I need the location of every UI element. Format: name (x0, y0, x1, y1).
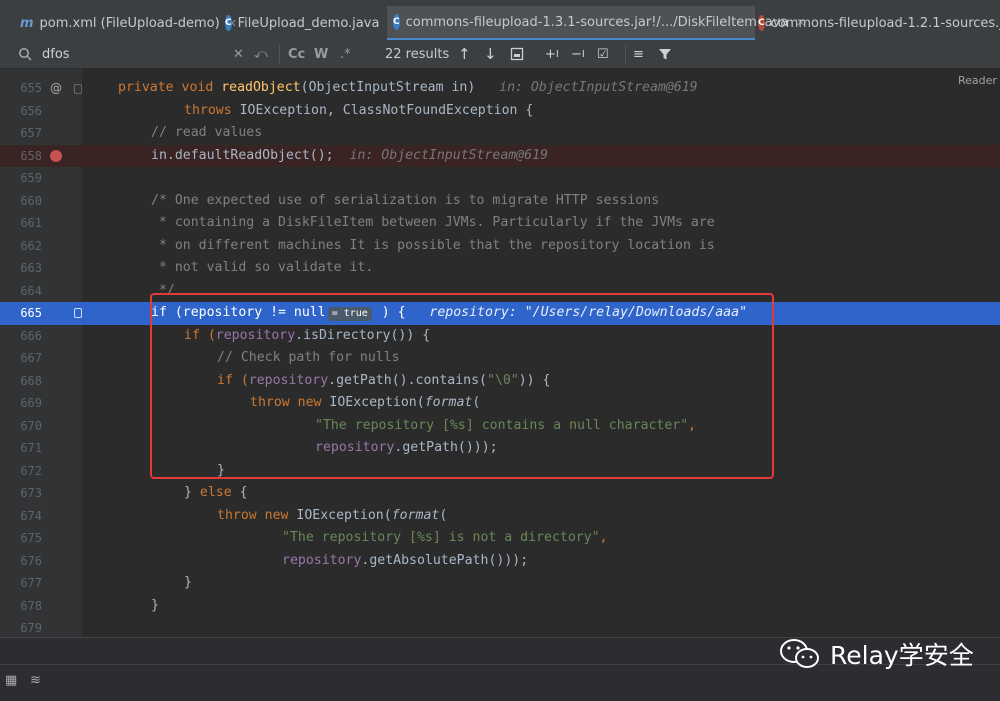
settings-icon[interactable]: ≋ (30, 673, 41, 688)
line-number: 667 (20, 351, 42, 365)
editor-tab-bar: m pom.xml (FileUpload-demo) ✕ C FileUplo… (0, 6, 1000, 41)
line-number: 669 (20, 396, 42, 410)
code-line: 657 // read values (0, 122, 1000, 145)
replace-icon[interactable]: ⤺ (254, 40, 268, 68)
override-icon[interactable]: @ (50, 77, 62, 100)
tab-label: commons-fileupload-1.2.1-sources.jar!/..… (770, 15, 1000, 31)
arrow-up-icon[interactable]: ↑ (458, 40, 471, 68)
tab-fileupload-demo[interactable]: C FileUpload_demo.java ✕ (225, 6, 397, 40)
filter-lines-icon[interactable]: ≡ (633, 40, 644, 68)
select-all-icon[interactable] (510, 40, 524, 68)
words-toggle[interactable]: W (314, 40, 328, 68)
code-line: 673 } else { (0, 482, 1000, 505)
line-number: 656 (20, 103, 42, 118)
search-icon (18, 40, 32, 68)
match-case-toggle[interactable]: Cc (288, 40, 305, 68)
arrow-down-icon[interactable]: ↓ (484, 40, 497, 68)
tab-pom-xml[interactable]: m pom.xml (FileUpload-demo) ✕ (20, 6, 237, 40)
line-number: 676 (20, 553, 42, 568)
code-line: 656 throws IOException, ClassNotFoundExc… (0, 100, 1000, 123)
line-number: 670 (20, 418, 42, 433)
line-number: 655 (20, 81, 42, 95)
wechat-icon (780, 639, 819, 668)
line-number: 672 (20, 463, 42, 478)
line-number: 660 (20, 193, 42, 208)
fold-marker-icon[interactable] (74, 84, 82, 94)
line-number: 677 (20, 576, 42, 590)
tab-label: FileUpload_demo.java (237, 15, 380, 31)
line-number: 666 (20, 328, 42, 343)
code-line-breakpoint: 658 in.defaultReadObject(); in: ObjectIn… (0, 144, 1000, 167)
inline-debug-value: in: ObjectInputStream@619 (499, 80, 698, 95)
java-class-icon: C (393, 14, 400, 30)
filter-icon[interactable] (658, 40, 672, 68)
line-number: 675 (20, 531, 42, 545)
watermark: Relay学安全 (778, 636, 974, 672)
find-bar: dfos ✕ ⤺ Cc W .* 22 results ↑ ↓ + I − I ☑ … (0, 40, 1000, 69)
line-number: 658 (20, 148, 42, 163)
watermark-text: Relay学安全 (830, 641, 974, 670)
code-line: 663 * not valid so validate it. (0, 257, 1000, 280)
line-number: 662 (20, 238, 42, 253)
select-all-occurrences-icon[interactable]: ☑ (597, 40, 609, 68)
search-input[interactable]: dfos (42, 40, 70, 68)
tab-label: pom.xml (FileUpload-demo) (39, 15, 220, 31)
inline-debug-value: in: ObjectInputStream@619 (349, 147, 549, 163)
maven-icon: m (20, 15, 34, 31)
code-line: 659 (0, 167, 1000, 190)
add-occurrence-icon[interactable]: + I (545, 40, 559, 68)
line-number: 668 (20, 373, 42, 388)
code-line: 677 } (0, 572, 1000, 595)
regex-toggle[interactable]: .* (340, 40, 351, 68)
layout-icon[interactable]: ▦ (5, 673, 17, 688)
java-class-icon: C (225, 15, 232, 31)
tab-label: commons-fileupload-1.3.1-sources.jar!/..… (405, 14, 789, 30)
code-line: 676 repository.getAbsolutePath())); (0, 550, 1000, 573)
annotation-highlight-box (150, 293, 774, 479)
line-number: 673 (20, 486, 42, 500)
line-number: 657 (20, 126, 42, 140)
clear-icon[interactable]: ✕ (233, 40, 244, 68)
line-number: 674 (20, 508, 42, 523)
line-number: 659 (20, 171, 42, 185)
divider (279, 45, 280, 63)
line-number: 663 (20, 261, 42, 275)
result-count: 22 results (385, 46, 450, 62)
code-line: 660 /* One expected use of serialization… (0, 190, 1000, 213)
divider (625, 45, 626, 63)
code-line: 674 throw new IOException(format( (0, 505, 1000, 528)
line-number: 665 (20, 306, 42, 320)
code-line: 661 * containing a DiskFileItem between … (0, 212, 1000, 235)
tab-fileupload-121[interactable]: C commons-fileupload-1.2.1-sources.jar!/… (758, 6, 1000, 40)
code-line: 678 } (0, 595, 1000, 618)
line-number: 664 (20, 283, 42, 298)
code-line: 655 @ private void readObject(ObjectInpu… (0, 77, 1000, 100)
remove-occurrence-icon[interactable]: − I (571, 40, 585, 68)
line-number: 661 (20, 216, 42, 230)
java-class-icon: C (758, 15, 765, 31)
line-number: 678 (20, 598, 42, 613)
code-line: 662 * on different machines It is possib… (0, 235, 1000, 258)
code-line: 675 "The repository [%s] is not a direct… (0, 527, 1000, 550)
tab-diskfileitem[interactable]: C commons-fileupload-1.3.1-sources.jar!/… (387, 6, 805, 40)
line-number: 671 (20, 441, 42, 455)
fold-marker-icon[interactable] (74, 308, 82, 318)
breakpoint-icon[interactable] (50, 149, 62, 162)
